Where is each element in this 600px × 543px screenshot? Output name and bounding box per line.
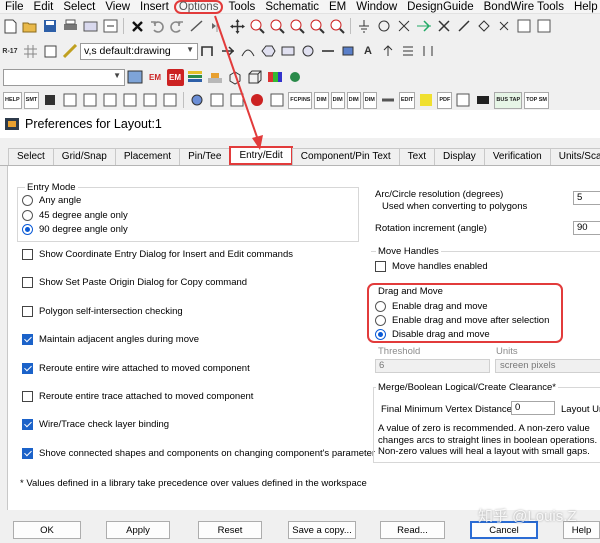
checkbox[interactable]: [22, 448, 33, 459]
radio-label: 90 degree angle only: [39, 224, 128, 235]
checkbox-reroute-wire[interactable]: Reroute entire wire attached to moved co…: [22, 363, 250, 374]
radio-button[interactable]: [375, 329, 386, 340]
reset-button[interactable]: Reset: [198, 521, 262, 539]
checkbox-polygon-intersection[interactable]: Polygon self-intersection checking: [22, 306, 183, 317]
checkbox[interactable]: [375, 261, 386, 272]
checkbox[interactable]: [22, 249, 33, 260]
checkbox-paste-origin[interactable]: Show Set Paste Origin Dialog for Copy co…: [22, 277, 247, 288]
watermark-text: 知乎 @Louis.Z: [478, 508, 577, 525]
checkbox-label: Maintain adjacent angles during move: [39, 334, 200, 345]
checkbox-label: Show Set Paste Origin Dialog for Copy co…: [39, 277, 248, 288]
checkbox-label: Polygon self-intersection checking: [39, 306, 183, 317]
units-label: Units: [496, 346, 518, 357]
radio-button[interactable]: [22, 224, 33, 235]
arc-resolution-label: Arc/Circle resolution (degrees): [375, 189, 504, 200]
entry-mode-legend: Entry Mode: [25, 182, 78, 193]
checkbox[interactable]: [22, 391, 33, 402]
checkbox[interactable]: [22, 306, 33, 317]
merge-note: A value of zero is recommended. A non-ze…: [378, 423, 598, 457]
checkbox-label: Shove connected shapes and components on…: [39, 448, 376, 459]
radio-button[interactable]: [375, 301, 386, 312]
rotation-increment-label: Rotation increment (angle): [375, 223, 487, 234]
radio-disable-drag[interactable]: Disable drag and move: [375, 329, 490, 340]
units-input[interactable]: screen pixels: [495, 359, 600, 373]
checkbox-label: Wire/Trace check layer binding: [39, 419, 170, 430]
threshold-input[interactable]: 6: [375, 359, 490, 373]
checkbox-coordinate-entry[interactable]: Show Coordinate Entry Dialog for Insert …: [22, 249, 293, 260]
radio-enable-drag-after-selection[interactable]: Enable drag and move after selection: [375, 315, 549, 326]
library-footnote: * Values defined in a library take prece…: [20, 478, 367, 489]
radio-90-degree[interactable]: 90 degree angle only: [22, 224, 128, 235]
arc-resolution-input[interactable]: 5: [573, 191, 600, 205]
entry-edit-panel: Entry Mode Any angle 45 degree angle onl…: [7, 166, 600, 510]
radio-enable-drag[interactable]: Enable drag and move: [375, 301, 488, 312]
checkbox[interactable]: [22, 334, 33, 345]
radio-any-angle[interactable]: Any angle: [22, 195, 81, 206]
radio-label: Enable drag and move after selection: [392, 315, 550, 326]
checkbox[interactable]: [22, 277, 33, 288]
checkbox-layer-binding[interactable]: Wire/Trace check layer binding: [22, 419, 169, 430]
checkbox-label: Reroute entire trace attached to moved c…: [39, 391, 254, 402]
radio-button[interactable]: [375, 315, 386, 326]
checkbox-shove-shapes[interactable]: Shove connected shapes and components on…: [22, 448, 375, 459]
annotation-arrow: [214, 15, 263, 150]
radio-button[interactable]: [22, 210, 33, 221]
checkbox-label: Reroute entire wire attached to moved co…: [39, 363, 250, 374]
merge-legend: Merge/Boolean Logical/Create Clearance*: [376, 382, 558, 393]
checkbox-move-handles[interactable]: Move handles enabled: [375, 261, 488, 272]
move-handles-legend: Move Handles: [376, 246, 441, 257]
checkbox-reroute-trace[interactable]: Reroute entire trace attached to moved c…: [22, 391, 253, 402]
read-button[interactable]: Read...: [380, 521, 445, 539]
rotation-increment-input[interactable]: 90: [573, 221, 600, 235]
checkbox-label: Show Coordinate Entry Dialog for Insert …: [39, 249, 293, 260]
checkbox-maintain-angles[interactable]: Maintain adjacent angles during move: [22, 334, 199, 345]
radio-button[interactable]: [22, 195, 33, 206]
ok-button[interactable]: OK: [13, 521, 81, 539]
radio-label: Disable drag and move: [392, 329, 490, 340]
radio-label: Enable drag and move: [392, 301, 488, 312]
save-copy-button[interactable]: Save a copy...: [288, 521, 356, 539]
radio-label: 45 degree angle only: [39, 210, 128, 221]
radio-45-degree[interactable]: 45 degree angle only: [22, 210, 128, 221]
checkbox[interactable]: [22, 363, 33, 374]
radio-label: Any angle: [39, 195, 82, 206]
vertex-distance-label: Final Minimum Vertex Distance: [381, 404, 512, 415]
arc-resolution-sublabel: Used when converting to polygons: [382, 201, 528, 212]
apply-button[interactable]: Apply: [106, 521, 170, 539]
checkbox[interactable]: [22, 419, 33, 430]
vertex-distance-unit: Layout Un: [561, 404, 600, 415]
vertex-distance-input[interactable]: 0: [511, 401, 555, 415]
threshold-label: Threshold: [378, 346, 421, 357]
checkbox-label: Move handles enabled: [392, 261, 488, 272]
